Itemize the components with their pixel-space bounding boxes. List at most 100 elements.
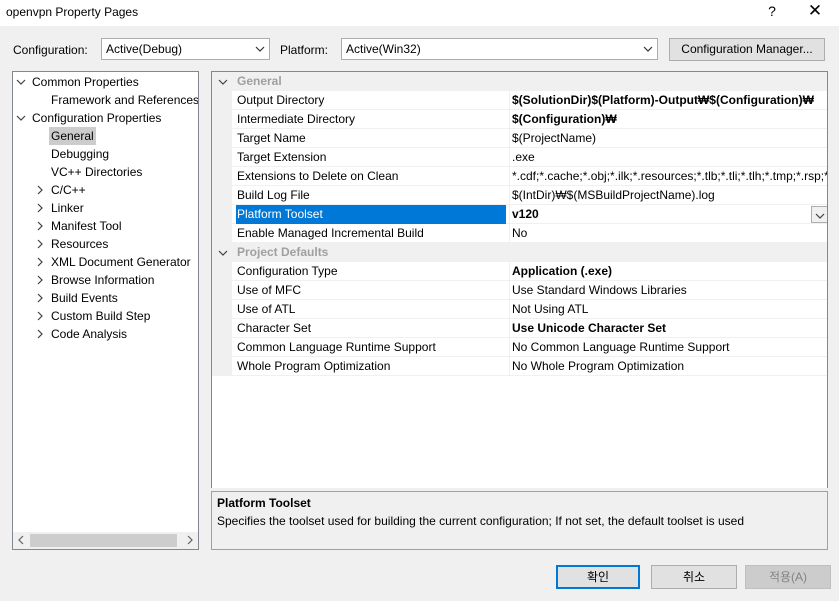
description-panel: Platform Toolset Specifies the toolset u… (211, 491, 828, 550)
property-value[interactable]: v120 (509, 205, 827, 224)
property-name: Configuration Type (237, 264, 338, 278)
window-title: openvpn Property Pages (6, 5, 139, 19)
property-value[interactable]: Not Using ATL (509, 300, 827, 319)
close-button[interactable]: ✕ (806, 1, 824, 21)
chevron-right-icon[interactable] (35, 257, 45, 267)
row-gutter (212, 262, 232, 281)
property-value[interactable]: Application (.exe) (509, 262, 827, 281)
property-row[interactable]: Enable Managed Incremental Build No (212, 224, 827, 243)
property-value[interactable]: No Common Language Runtime Support (509, 338, 827, 357)
property-name: Use of ATL (237, 302, 296, 316)
chevron-down-icon[interactable] (218, 77, 228, 87)
title-bar: openvpn Property Pages ? ✕ (0, 0, 839, 26)
property-row[interactable]: Target Extension .exe (212, 148, 827, 167)
configuration-select-value: Active(Debug) (106, 42, 183, 56)
chevron-right-icon[interactable] (35, 221, 45, 231)
tree-item-label: Resources (51, 237, 109, 251)
help-button[interactable]: ? (764, 3, 780, 19)
category-row[interactable]: General (212, 72, 827, 91)
chevron-right-icon[interactable] (35, 275, 45, 285)
property-row[interactable]: Character Set Use Unicode Character Set (212, 319, 827, 338)
scroll-right-icon[interactable] (185, 535, 195, 545)
property-value[interactable]: No (509, 224, 827, 243)
chevron-down-icon[interactable] (16, 113, 26, 123)
tree-item-label: Browse Information (51, 273, 155, 287)
cancel-button[interactable]: 취소 (651, 565, 737, 589)
tree-item-label: General (49, 127, 96, 145)
tree-item-label: VC++ Directories (51, 165, 143, 179)
property-row[interactable]: Whole Program Optimization No Whole Progr… (212, 357, 827, 376)
property-value[interactable]: .exe (509, 148, 827, 167)
property-row[interactable]: Output Directory $(SolutionDir)$(Platform… (212, 91, 827, 110)
apply-button[interactable]: 적용(A) (745, 565, 831, 589)
tree-horizontal-scrollbar[interactable] (13, 532, 198, 549)
platform-select-value: Active(Win32) (346, 42, 421, 56)
value-dropdown-button[interactable] (811, 206, 827, 223)
row-gutter (212, 281, 232, 300)
tree-item-label: Custom Build Step (51, 309, 151, 323)
row-gutter (212, 205, 232, 224)
property-grid[interactable]: General Output Directory $(SolutionDir)$(P… (211, 71, 828, 549)
property-row[interactable]: Configuration Type Application (.exe) (212, 262, 827, 281)
tree-item-label: Debugging (51, 147, 110, 161)
scrollbar-thumb[interactable] (30, 534, 177, 547)
property-row[interactable]: Use of ATL Not Using ATL (212, 300, 827, 319)
tree-item-label: XML Document Generator (51, 255, 191, 269)
row-gutter (212, 91, 232, 110)
property-row[interactable]: Build Log File $(IntDir)₩$(MSBuildProject… (212, 186, 827, 205)
chevron-right-icon[interactable] (35, 293, 45, 303)
configuration-manager-button[interactable]: Configuration Manager... (669, 38, 825, 61)
chevron-down-icon[interactable] (218, 248, 228, 258)
row-gutter (212, 357, 232, 376)
property-tree[interactable]: Common Properties Framework and Reference… (12, 71, 199, 550)
property-value[interactable]: Use Standard Windows Libraries (509, 281, 827, 300)
tree-item-label: Configuration Properties (32, 111, 162, 125)
property-name: Output Directory (237, 93, 325, 107)
property-row[interactable]: Common Language Runtime Support No Common… (212, 338, 827, 357)
category-label: Project Defaults (237, 245, 329, 259)
chevron-down-icon (255, 46, 265, 52)
chevron-down-icon[interactable] (16, 77, 26, 87)
property-row[interactable]: Intermediate Directory $(Configuration)₩ (212, 110, 827, 129)
row-gutter (212, 338, 232, 357)
chevron-right-icon[interactable] (35, 311, 45, 321)
tree-item-label: Linker (51, 201, 84, 215)
chevron-down-icon (643, 46, 653, 52)
property-name: Enable Managed Incremental Build (237, 226, 424, 240)
platform-label: Platform: (280, 43, 329, 57)
chevron-right-icon[interactable] (35, 329, 45, 339)
property-row[interactable]: Use of MFC Use Standard Windows Libraries (212, 281, 827, 300)
chevron-right-icon[interactable] (35, 185, 45, 195)
configuration-select[interactable]: Active(Debug) (101, 38, 270, 60)
property-value[interactable]: $(Configuration)₩ (509, 110, 827, 129)
property-name: Whole Program Optimization (237, 359, 391, 373)
chevron-right-icon[interactable] (35, 239, 45, 249)
platform-select[interactable]: Active(Win32) (341, 38, 658, 60)
category-label: General (237, 74, 282, 88)
property-value[interactable]: $(IntDir)₩$(MSBuildProjectName).log (509, 186, 827, 205)
description-title: Platform Toolset (217, 496, 311, 510)
tree-item-label: Code Analysis (51, 327, 128, 341)
row-gutter (212, 224, 232, 243)
tree-item-label: Manifest Tool (51, 219, 122, 233)
property-name: Intermediate Directory (237, 112, 356, 126)
tree-item-label: Build Events (51, 291, 118, 305)
property-value[interactable]: No Whole Program Optimization (509, 357, 827, 376)
property-name: Target Name (237, 131, 306, 145)
row-gutter (212, 110, 232, 129)
property-row[interactable]: Target Name $(ProjectName) (212, 129, 827, 148)
property-name: Extensions to Delete on Clean (237, 169, 399, 183)
chevron-right-icon[interactable] (35, 203, 45, 213)
category-row[interactable]: Project Defaults (212, 243, 827, 262)
row-gutter (212, 186, 232, 205)
ok-button[interactable]: 확인 (556, 565, 640, 589)
description-text: Specifies the toolset used for building … (217, 514, 744, 528)
scroll-left-icon[interactable] (16, 535, 26, 545)
row-gutter (212, 319, 232, 338)
property-row[interactable]: Extensions to Delete on Clean *.cdf;*.cac… (212, 167, 827, 186)
property-value[interactable]: *.cdf;*.cache;*.obj;*.ilk;*.resources;*.… (509, 167, 827, 186)
property-value[interactable]: $(ProjectName) (509, 129, 827, 148)
property-value[interactable]: $(SolutionDir)$(Platform)-Output₩$(Confi… (509, 91, 827, 110)
property-row[interactable]: Platform Toolset v120 (212, 205, 827, 224)
property-value[interactable]: Use Unicode Character Set (509, 319, 827, 338)
